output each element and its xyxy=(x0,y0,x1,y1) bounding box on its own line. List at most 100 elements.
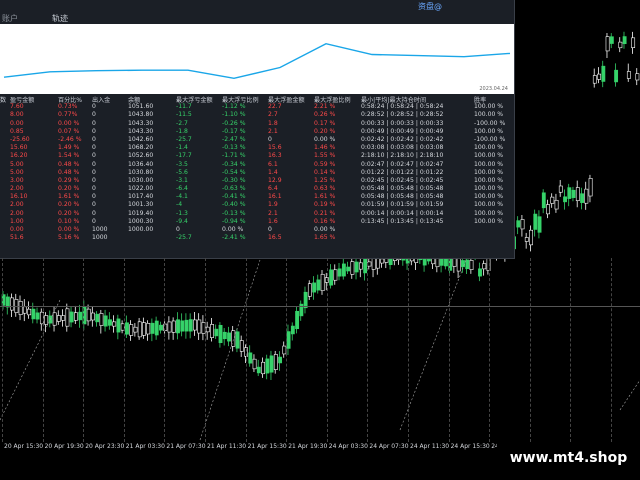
candle-body xyxy=(103,315,108,327)
candle-body xyxy=(286,331,291,349)
table-cell: 0.20 % xyxy=(58,201,80,209)
candle-body xyxy=(69,311,74,323)
table-cell: 1.54 % xyxy=(58,152,80,160)
table-row: 2.00 0.20 % 0 1019.40 -1.3 -0.13 % 2.1 0.21 % 0:… xyxy=(0,210,514,218)
table-cell: 2.00 xyxy=(10,185,24,193)
table-cell: 1.55 % xyxy=(314,152,336,160)
table-cell: -1.8 xyxy=(176,127,188,135)
candle-body xyxy=(469,260,474,270)
candle-body xyxy=(380,258,385,264)
period-separator xyxy=(367,258,369,442)
period-separator xyxy=(529,258,531,442)
candle-body xyxy=(137,321,142,338)
table-row: 0.00 0.00 % 1000 1000.00 0 0.00 % 0 0.00 % xyxy=(0,226,514,234)
panel-title: 资盘@ xyxy=(418,2,442,11)
trade-table: 数 盈亏金额 百分比% 出入金 余额 最大浮亏金额 最大浮亏比例 最大浮盈金额 … xyxy=(0,95,514,242)
table-cell: 7.60 xyxy=(10,103,24,111)
candle-body xyxy=(35,312,40,320)
table-cell: 0:28:52 | 0:28:52 | 0:28:52 xyxy=(361,111,444,119)
candle-body xyxy=(529,229,533,246)
table-cell: 100.00 % xyxy=(474,201,504,209)
watermark: www.mt4.shop xyxy=(497,443,640,473)
table-cell: 6.4 xyxy=(268,185,278,193)
table-cell: 0 xyxy=(176,226,180,233)
candle-body xyxy=(558,185,563,193)
candle-body xyxy=(95,313,100,323)
table-row: 0.85 0.07 % 0 1043.30 -1.8 -0.17 % 2.1 0.20 % 0:… xyxy=(0,128,514,136)
candle-body xyxy=(269,355,274,373)
table-cell: 0 xyxy=(92,103,96,111)
table-cell: -25.60 xyxy=(10,135,30,143)
table-cell: 0:05:48 | 0:05:48 | 0:05:48 xyxy=(361,193,444,201)
candle-body xyxy=(214,328,219,337)
candle-body xyxy=(307,283,312,297)
table-cell: 0.10 % xyxy=(58,217,80,225)
table-cell: 0 xyxy=(92,160,96,168)
table-cell: 0 xyxy=(92,127,96,135)
table-cell: 5.00 xyxy=(10,168,24,176)
table-cell: 0.85 xyxy=(10,127,24,135)
table-cell: 1.4 xyxy=(268,168,278,176)
candle-body xyxy=(312,282,317,293)
table-cell: 1.6 xyxy=(268,217,278,225)
table-cell: 0.16 % xyxy=(314,217,336,225)
candle-body xyxy=(605,36,610,52)
candle-body xyxy=(256,366,261,374)
candle-body xyxy=(537,216,542,233)
table-row: 16.10 1.61 % 0 1017.40 -4.1 -0.41 % 16.1 1.61 %… xyxy=(0,193,514,201)
candle-body xyxy=(580,193,585,203)
candle-body xyxy=(142,322,146,336)
table-cell: -0.54 % xyxy=(222,168,246,176)
table-cell: 0 xyxy=(92,193,96,201)
candle-body xyxy=(129,324,134,336)
candle-body xyxy=(337,268,342,277)
tab-account[interactable]: 账户 xyxy=(2,13,18,24)
table-cell: 12.9 xyxy=(268,176,282,184)
table-cell: 1000 xyxy=(92,234,108,242)
table-cell: -2.47 % xyxy=(222,135,246,143)
table-cell: 0.00 xyxy=(10,226,24,233)
candle-body xyxy=(350,261,355,275)
table-row: 5.00 0.48 % 0 1036.40 -3.5 -0.34 % 6.1 0.59 % 0:… xyxy=(0,161,514,169)
period-separator xyxy=(448,258,450,442)
candle-body xyxy=(125,322,129,335)
table-cell: 100.00 % xyxy=(474,111,504,119)
candle-body xyxy=(222,331,227,340)
candle-body xyxy=(150,322,155,334)
table-cell: 2.1 xyxy=(268,127,278,135)
table-cell: 0.00 % xyxy=(314,226,336,233)
candle-body xyxy=(252,358,257,370)
table-cell: -0.30 % xyxy=(222,176,246,184)
candle-body xyxy=(533,213,538,230)
table-cell: -1.12 % xyxy=(222,103,246,111)
period-separator xyxy=(408,258,409,442)
table-cell: 0:02:47 | 0:02:47 | 0:02:47 xyxy=(361,160,444,168)
candle-body xyxy=(320,273,325,292)
candle-body xyxy=(78,311,83,321)
table-cell: 100.00 % xyxy=(474,176,504,184)
table-cell: 1036.40 xyxy=(128,160,154,168)
table-cell: -11.5 xyxy=(176,111,192,119)
table-cell: 22.7 xyxy=(268,103,282,111)
table-cell: 1019.40 xyxy=(128,209,154,217)
candle-body xyxy=(609,36,614,44)
table-cell: -25.7 xyxy=(176,234,192,242)
candle-body xyxy=(197,319,202,334)
candle-body xyxy=(154,320,159,336)
candle-body xyxy=(74,312,78,321)
candle-body xyxy=(176,319,180,334)
table-cell: -0.63 % xyxy=(222,185,246,193)
candle-body xyxy=(116,318,121,333)
candle-body xyxy=(184,319,189,332)
tab-track[interactable]: 轨迹 xyxy=(52,13,68,24)
table-cell: 1042.60 xyxy=(128,135,154,143)
table-cell: -0.17 % xyxy=(222,127,246,135)
candle-body xyxy=(354,261,359,273)
table-cell: 100.00 % xyxy=(474,185,504,193)
period-separator xyxy=(570,258,572,442)
candle-body xyxy=(575,187,580,201)
table-cell: 15.60 xyxy=(10,144,28,152)
table-cell: 100.00 % xyxy=(474,103,504,111)
table-cell: 16.20 xyxy=(10,152,28,160)
table-cell: -17.7 xyxy=(176,152,192,160)
